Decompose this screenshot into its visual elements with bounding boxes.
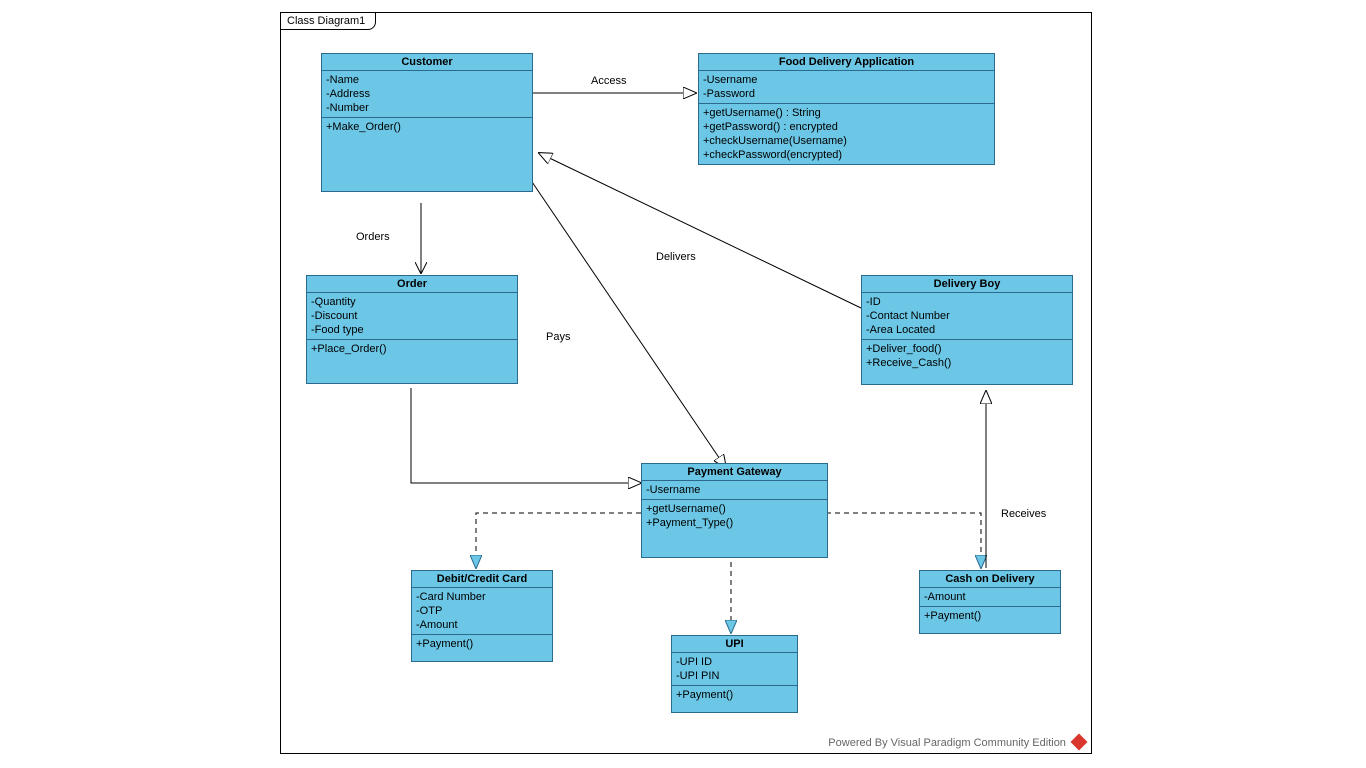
- class-delivery-boy[interactable]: Delivery Boy -ID -Contact Number -Area L…: [861, 275, 1073, 385]
- operation: +getPassword() : encrypted: [703, 120, 990, 134]
- operation: +checkPassword(encrypted): [703, 148, 990, 162]
- diagram-frame: Class Diagram1: [280, 12, 1092, 754]
- operation: +checkUsername(Username): [703, 134, 990, 148]
- label-delivers: Delivers: [656, 251, 696, 263]
- label-pays: Pays: [546, 331, 570, 343]
- label-access: Access: [591, 75, 626, 87]
- attributes-section: -Username: [642, 481, 827, 500]
- operations-section: +Payment(): [920, 607, 1060, 633]
- operation: +Place_Order(): [311, 342, 513, 356]
- attribute: -Amount: [924, 590, 1056, 604]
- class-order[interactable]: Order -Quantity -Discount -Food type +Pl…: [306, 275, 518, 384]
- operation: +Receive_Cash(): [866, 356, 1068, 370]
- attribute: -ID: [866, 295, 1068, 309]
- attribute: -Username: [646, 483, 823, 497]
- attributes-section: -Amount: [920, 588, 1060, 607]
- class-payment-gateway[interactable]: Payment Gateway -Username +getUsername()…: [641, 463, 828, 558]
- attribute: -Card Number: [416, 590, 548, 604]
- attribute: -Username: [703, 73, 990, 87]
- operations-section: +Place_Order(): [307, 340, 517, 383]
- operation: +Payment(): [416, 637, 548, 651]
- operation: +getUsername(): [646, 502, 823, 516]
- label-receives: Receives: [1001, 508, 1046, 520]
- attribute: -Discount: [311, 309, 513, 323]
- operations-section: +Deliver_food() +Receive_Cash(): [862, 340, 1072, 384]
- diagram-title-tab: Class Diagram1: [280, 12, 376, 30]
- attribute: -Contact Number: [866, 309, 1068, 323]
- attribute: -Amount: [416, 618, 548, 632]
- class-title: Debit/Credit Card: [412, 571, 552, 588]
- attribute: -Address: [326, 87, 528, 101]
- class-title: Delivery Boy: [862, 276, 1072, 293]
- operation: +Payment_Type(): [646, 516, 823, 530]
- attribute: -Quantity: [311, 295, 513, 309]
- operations-section: +getUsername() : String +getPassword() :…: [699, 104, 994, 164]
- attribute: -UPI ID: [676, 655, 793, 669]
- operations-section: +Make_Order(): [322, 118, 532, 191]
- class-title: Customer: [322, 54, 532, 71]
- class-title: Order: [307, 276, 517, 293]
- attribute: -Name: [326, 73, 528, 87]
- attribute: -Food type: [311, 323, 513, 337]
- attributes-section: -Card Number -OTP -Amount: [412, 588, 552, 635]
- operation: +Payment(): [676, 688, 793, 702]
- class-title: Food Delivery Application: [699, 54, 994, 71]
- class-cash-on-delivery[interactable]: Cash on Delivery -Amount +Payment(): [919, 570, 1061, 634]
- operation: +Make_Order(): [326, 120, 528, 134]
- class-upi[interactable]: UPI -UPI ID -UPI PIN +Payment(): [671, 635, 798, 713]
- footer: Powered By Visual Paradigm Community Edi…: [828, 737, 1085, 749]
- class-customer[interactable]: Customer -Name -Address -Number +Make_Or…: [321, 53, 533, 192]
- class-debit-credit-card[interactable]: Debit/Credit Card -Card Number -OTP -Amo…: [411, 570, 553, 662]
- attribute: -UPI PIN: [676, 669, 793, 683]
- footer-text: Powered By Visual Paradigm Community Edi…: [828, 737, 1066, 749]
- attribute: -Password: [703, 87, 990, 101]
- visual-paradigm-icon: [1071, 734, 1088, 751]
- diagram-title: Class Diagram1: [287, 15, 365, 27]
- attribute: -OTP: [416, 604, 548, 618]
- attribute: -Number: [326, 101, 528, 115]
- operation: +Payment(): [924, 609, 1056, 623]
- operations-section: +getUsername() +Payment_Type(): [642, 500, 827, 557]
- attributes-section: -Username -Password: [699, 71, 994, 104]
- class-title: Payment Gateway: [642, 464, 827, 481]
- label-orders: Orders: [356, 231, 390, 243]
- class-title: Cash on Delivery: [920, 571, 1060, 588]
- class-food-delivery-application[interactable]: Food Delivery Application -Username -Pas…: [698, 53, 995, 165]
- operation: +getUsername() : String: [703, 106, 990, 120]
- attributes-section: -UPI ID -UPI PIN: [672, 653, 797, 686]
- attribute: -Area Located: [866, 323, 1068, 337]
- operations-section: +Payment(): [672, 686, 797, 712]
- attributes-section: -ID -Contact Number -Area Located: [862, 293, 1072, 340]
- class-title: UPI: [672, 636, 797, 653]
- operation: +Deliver_food(): [866, 342, 1068, 356]
- operations-section: +Payment(): [412, 635, 552, 661]
- attributes-section: -Quantity -Discount -Food type: [307, 293, 517, 340]
- attributes-section: -Name -Address -Number: [322, 71, 532, 118]
